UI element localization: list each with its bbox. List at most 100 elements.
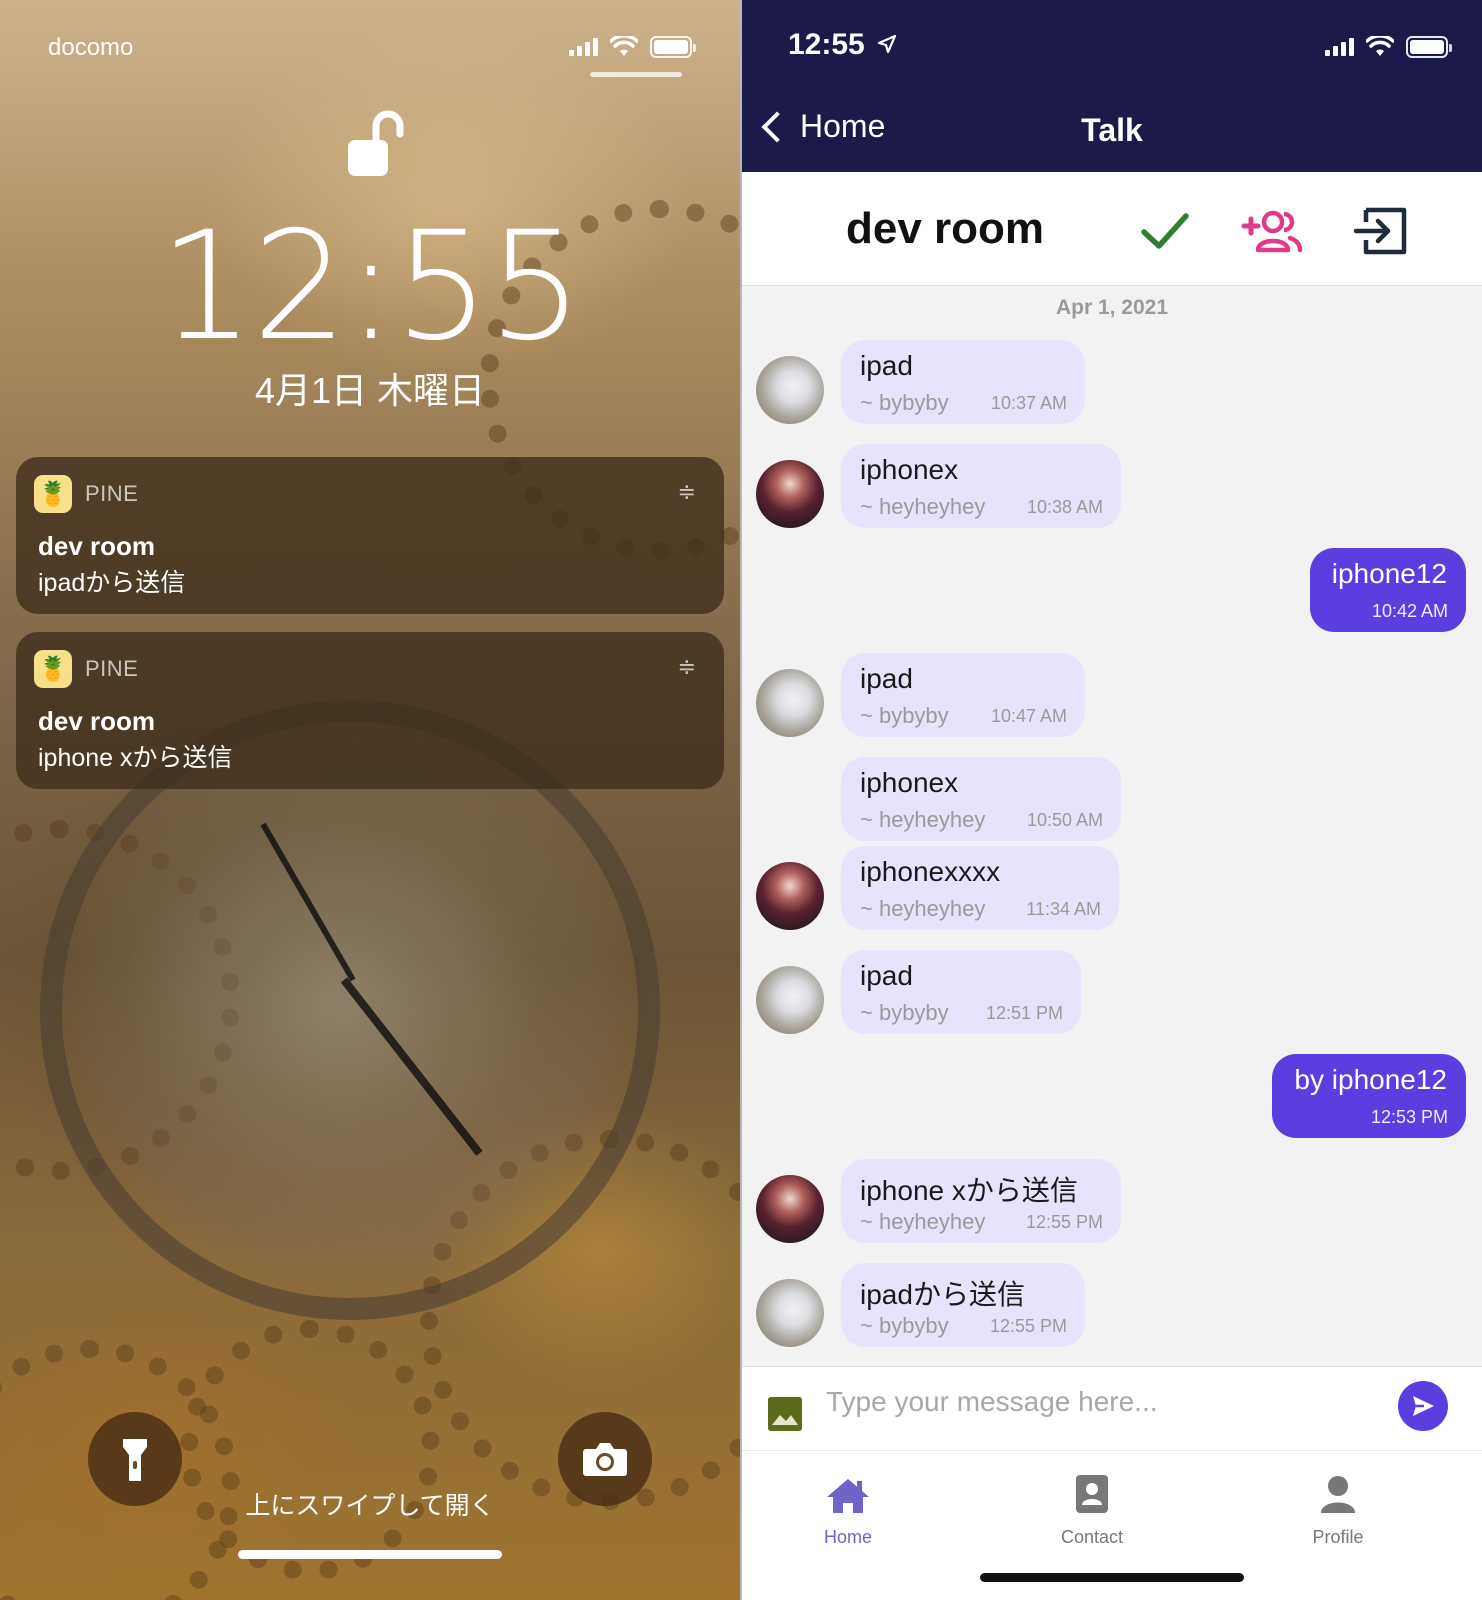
notification-title: dev room [38, 706, 156, 736]
battery-icon [1406, 36, 1452, 58]
message-sender: ~ bybyby [860, 1313, 949, 1338]
message-sender: ~ bybyby [860, 703, 949, 728]
pine-app-icon: 🍍 [34, 650, 72, 688]
status-time-text: 12:55 [788, 28, 865, 61]
message-sender: ~ bybyby [860, 390, 949, 415]
message-bubble[interactable]: iphonex ~ heyheyhey 10:38 AM [841, 444, 1121, 528]
send-icon [1413, 1396, 1434, 1416]
signal-icon [1325, 38, 1354, 56]
message-text: iphonexxxx [860, 856, 1001, 887]
message-text: iphonex [860, 454, 959, 485]
exit-room-icon[interactable] [1350, 206, 1416, 256]
nav-bar: 12:55 Home Talk [742, 0, 1482, 172]
add-users-icon[interactable] [1240, 206, 1306, 256]
lock-date: 4月1日 木曜日 [254, 370, 486, 411]
message-bubble[interactable]: iphone xから送信 ~ heyheyhey 12:55 PM [841, 1159, 1121, 1243]
message-text: ipadから送信 [860, 1279, 1025, 1310]
notification-body: ipadから送信 [38, 569, 186, 597]
message-time: 11:34 AM [1026, 899, 1101, 919]
message-bubble[interactable]: ipadから送信 ~ bybyby 12:55 PM [841, 1263, 1085, 1347]
image-picker-icon[interactable] [768, 1397, 802, 1431]
wifi-icon [1366, 36, 1394, 56]
message-bubble[interactable]: ipad ~ bybyby 10:47 AM [841, 653, 1085, 737]
image-icon [768, 1397, 802, 1431]
message-bubble[interactable]: iphonexxxx ~ heyheyhey 11:34 AM [841, 846, 1119, 930]
notification-group-icon: ≑ [677, 479, 696, 504]
chat-app: 12:55 Home Talk dev room Apr 1, 2021 ipa… [742, 0, 1482, 1600]
signal-icon [569, 38, 598, 56]
notification-app-name: PINE [85, 481, 139, 506]
message-time: 10:37 AM [990, 393, 1067, 413]
message-bubble-outgoing[interactable]: by iphone12 12:53 PM [1272, 1054, 1466, 1138]
message-bubble-outgoing[interactable]: iphone12 10:42 AM [1310, 548, 1466, 632]
lock-screen: docomo 12:55 4月1日 木曜日 🍍 PINE ≑ dev room … [0, 0, 740, 1600]
unlocked-padlock-icon [348, 110, 404, 176]
person-icon [1321, 1476, 1355, 1513]
message-text: by iphone12 [1294, 1064, 1447, 1095]
message-time: 12:53 PM [1370, 1107, 1448, 1127]
message-time: 10:38 AM [1026, 497, 1103, 517]
wifi-icon [610, 36, 638, 56]
notification-app-name: PINE [85, 656, 139, 681]
tab-profile[interactable]: Profile [1258, 1469, 1418, 1548]
lock-status-bar: docomo [48, 34, 696, 64]
message-sender: ~ heyheyhey [860, 494, 986, 519]
message-text: ipad [860, 960, 913, 991]
message-bubble[interactable]: ipad ~ bybyby 10:37 AM [841, 340, 1085, 424]
avatar[interactable] [756, 862, 824, 930]
avatar[interactable] [756, 460, 824, 528]
lock-clock: 12:55 [158, 200, 583, 374]
message-time: 12:55 PM [1025, 1212, 1103, 1232]
avatar[interactable] [756, 669, 824, 737]
message-time: 10:42 AM [1371, 601, 1448, 621]
message-composer [742, 1366, 1482, 1450]
location-arrow-icon [877, 34, 897, 54]
date-divider: Apr 1, 2021 [1055, 296, 1169, 319]
message-time: 10:47 AM [990, 706, 1067, 726]
message-text: iphonex [860, 767, 959, 798]
message-input[interactable] [826, 1377, 1366, 1427]
notification-title: dev room [38, 531, 156, 561]
message-text: iphone xから送信 [860, 1175, 1078, 1206]
tab-contact[interactable]: Contact [1012, 1469, 1172, 1548]
notification-body: iphone xから送信 [38, 744, 233, 772]
avatar[interactable] [756, 1175, 824, 1243]
send-button[interactable] [1398, 1381, 1448, 1431]
message-time: 12:51 PM [985, 1003, 1063, 1023]
home-indicator[interactable] [980, 1573, 1244, 1582]
notification-card[interactable]: 🍍 PINE ≑ dev room ipadから送信 [16, 457, 724, 614]
avatar[interactable] [756, 1279, 824, 1347]
avatar[interactable] [756, 966, 824, 1034]
message-text: ipad [860, 350, 913, 381]
contact-icon [1076, 1475, 1108, 1513]
room-header: dev room [742, 172, 1482, 286]
message-sender: ~ heyheyhey [860, 807, 986, 832]
camera-icon [583, 1443, 627, 1476]
carrier-label: docomo [48, 34, 134, 61]
control-center-indicator[interactable] [590, 72, 682, 77]
message-bubble[interactable]: iphonex ~ heyheyhey 10:50 AM [841, 757, 1121, 841]
notification-card[interactable]: 🍍 PINE ≑ dev room iphone xから送信 [16, 632, 724, 789]
message-sender: ~ bybyby [860, 1000, 949, 1025]
tab-home[interactable]: Home [768, 1469, 928, 1548]
tab-label: Profile [1312, 1527, 1364, 1547]
avatar[interactable] [756, 356, 824, 424]
status-time: 12:55 [788, 28, 897, 62]
message-text: ipad [860, 663, 913, 694]
home-icon [827, 1479, 869, 1513]
tab-label: Contact [1060, 1527, 1124, 1547]
wallpaper-clock-dial [40, 700, 660, 1320]
battery-icon [650, 36, 696, 58]
page-title: Talk [1081, 112, 1143, 148]
pine-app-icon: 🍍 [34, 475, 72, 513]
checkmark-icon[interactable] [1132, 206, 1198, 256]
message-sender: ~ heyheyhey [860, 896, 986, 921]
status-icons [569, 36, 696, 58]
room-name: dev room [846, 204, 1045, 253]
message-time: 10:50 AM [1026, 810, 1103, 830]
home-indicator[interactable] [238, 1550, 502, 1559]
message-bubble[interactable]: ipad ~ bybyby 12:51 PM [841, 950, 1081, 1034]
swipe-to-open-hint: 上にスワイプして開く [245, 1492, 495, 1520]
message-text: iphone12 [1331, 558, 1447, 589]
tab-label: Home [823, 1527, 872, 1547]
